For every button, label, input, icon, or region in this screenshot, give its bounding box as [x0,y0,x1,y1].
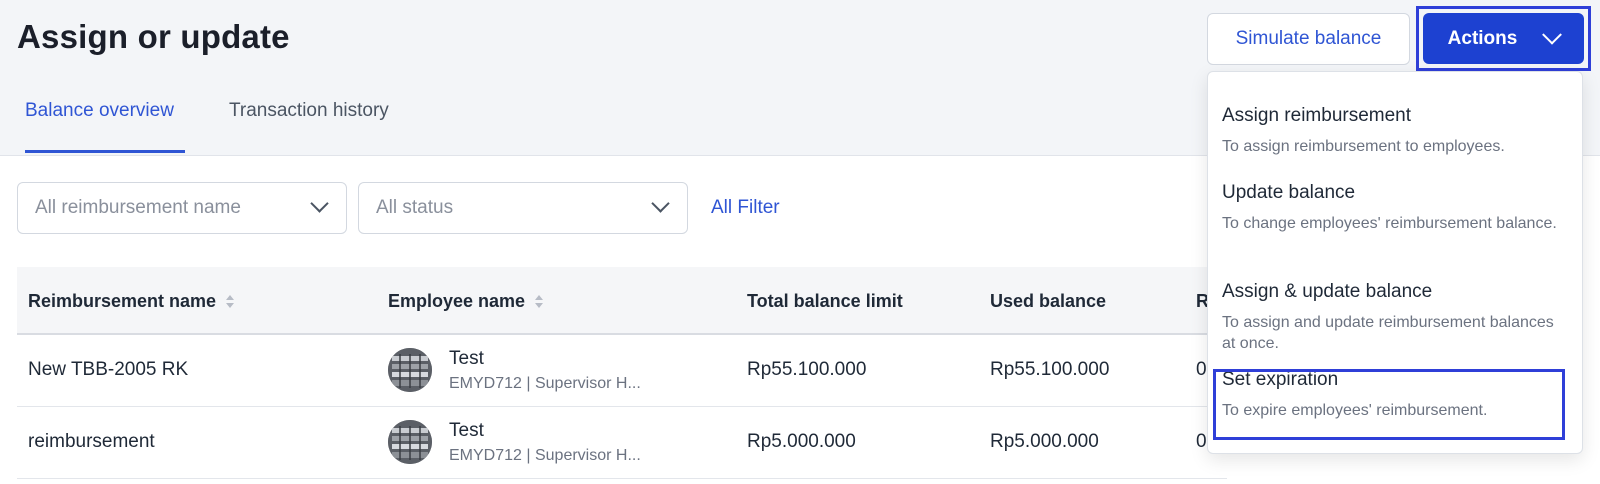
actions-button-label: Actions [1447,27,1518,49]
menu-item-description: To assign reimbursement to employees. [1222,138,1505,155]
menu-item-set-expiration[interactable]: Set expiration To expire employees' reim… [1222,369,1567,442]
reimbursement-name-placeholder: All reimbursement name [35,197,241,218]
employee-id-position: EMYD712 | Supervisor H... [449,375,641,392]
menu-item-description: To expire employees' reimbursement. [1222,402,1488,419]
total-balance-limit-cell: Rp55.100.000 [747,359,867,380]
avatar [388,420,432,464]
column-label: Reimbursement name [28,291,217,311]
reimbursement-name-cell: New TBB-2005 RK [28,359,189,380]
total-balance-limit-cell: Rp5.000.000 [747,431,856,452]
remaining-balance-cell: 0 [1196,431,1207,452]
chevron-down-icon [310,194,329,213]
menu-item-update-balance[interactable]: Update balance To change employees' reim… [1222,182,1567,234]
tab-balance-overview[interactable]: Balance overview [25,100,174,122]
employee-name: Test [449,348,484,369]
menu-item-assign-update-balance[interactable]: Assign & update balance To assign and up… [1222,281,1567,354]
actions-button-highlight: Actions [1416,6,1591,71]
used-balance-cell: Rp5.000.000 [990,431,1099,452]
column-total-balance-limit: Total balance limit [747,291,903,311]
page-title: Assign or update [17,18,290,55]
active-tab-indicator [25,150,185,153]
table-row[interactable]: New TBB-2005 RK Test EMYD712 | Superviso… [17,335,1227,407]
employee-name: Test [449,420,484,441]
menu-item-title: Update balance [1222,182,1356,203]
simulate-balance-button[interactable]: Simulate balance [1207,13,1410,65]
table-row[interactable]: reimbursement Test EMYD712 | Supervisor … [17,407,1227,479]
actions-dropdown-menu: Assign reimbursement To assign reimburse… [1207,71,1583,454]
table-header: Reimbursement name Employee name Total b… [17,267,1227,335]
avatar [388,348,432,392]
menu-item-description: To assign and update reimbursement balan… [1222,314,1554,352]
used-balance-cell: Rp55.100.000 [990,359,1110,380]
menu-item-assign-reimbursement[interactable]: Assign reimbursement To assign reimburse… [1222,105,1567,157]
sort-icon[interactable] [226,295,235,309]
actions-button[interactable]: Actions [1423,13,1584,64]
all-filter-link[interactable]: All Filter [711,197,780,219]
menu-item-title: Assign reimbursement [1222,105,1412,126]
chevron-down-icon [651,194,670,213]
column-reimbursement-name[interactable]: Reimbursement name [28,291,235,312]
reimbursement-name-select[interactable]: All reimbursement name [17,182,347,234]
tab-transaction-history[interactable]: Transaction history [229,100,389,122]
remaining-balance-cell: 0 [1196,359,1207,380]
column-label: Employee name [388,291,526,311]
status-select[interactable]: All status [358,182,688,234]
column-employee-name[interactable]: Employee name [388,291,544,312]
sort-icon[interactable] [535,295,544,309]
chevron-down-icon [1542,24,1563,45]
menu-item-title: Set expiration [1222,369,1339,390]
column-used-balance: Used balance [990,291,1107,311]
menu-item-title: Assign & update balance [1222,281,1433,302]
menu-item-description: To change employees' reimbursement balan… [1222,215,1557,232]
employee-id-position: EMYD712 | Supervisor H... [449,447,641,464]
status-placeholder: All status [376,197,454,218]
reimbursement-name-cell: reimbursement [28,431,155,452]
